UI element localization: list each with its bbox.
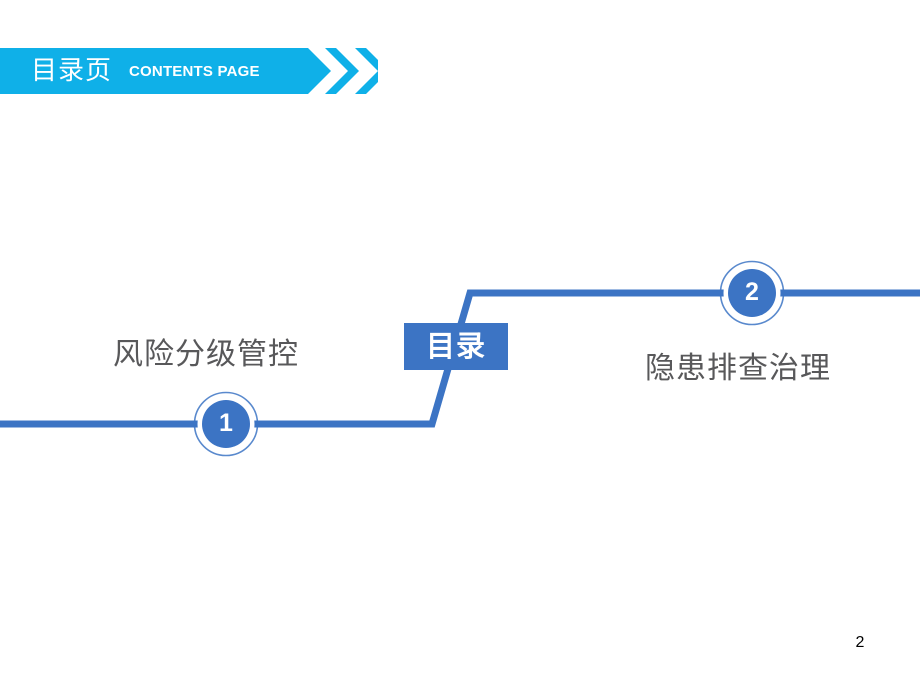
contents-item-2-label[interactable]: 隐患排查治理 [645, 352, 831, 386]
center-title-box: 目录 [404, 323, 508, 370]
contents-slide: 目录页 CONTENTS PAGE 1 2 目录 风险分级管控 隐患排查治理 2 [0, 0, 920, 690]
node-1-number: 1 [219, 409, 233, 437]
page-number: 2 [855, 634, 865, 651]
contents-item-1-label[interactable]: 风险分级管控 [113, 338, 299, 372]
node-2-number: 2 [745, 278, 759, 306]
center-title-label: 目录 [425, 329, 486, 363]
